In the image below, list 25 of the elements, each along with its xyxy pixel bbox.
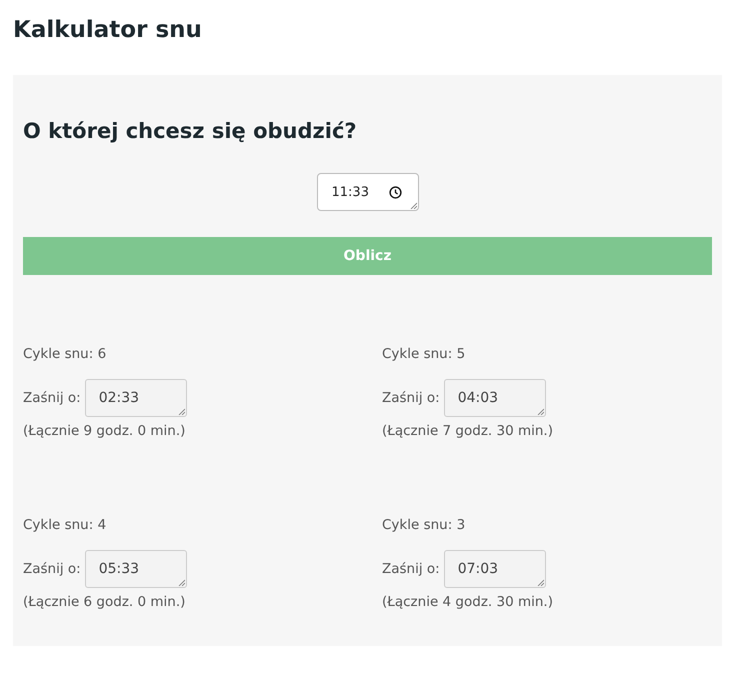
bedtime-field[interactable]: 04:03 — [444, 379, 546, 417]
total-sleep-text: (Łącznie 9 godz. 0 min.) — [23, 422, 186, 440]
sleep-cycles-label: Cykle snu: 5 — [382, 345, 466, 363]
resize-grip-icon[interactable] — [410, 202, 416, 209]
sleep-cycles-label: Cykle snu: 6 — [23, 345, 106, 363]
sleep-cycles-label: Cykle snu: 4 — [23, 516, 106, 534]
page-title: Kalkulator snu — [13, 16, 202, 44]
resize-grip-icon[interactable] — [178, 408, 185, 415]
resize-grip-icon[interactable] — [536, 579, 544, 586]
bedtime-field[interactable]: 02:33 — [84, 379, 187, 417]
clock-icon — [388, 186, 402, 198]
fall-asleep-label: Zaśnij o: — [23, 560, 81, 578]
resize-grip-icon[interactable] — [536, 408, 544, 415]
total-sleep-text: (Łącznie 4 godz. 30 min.) — [382, 593, 553, 611]
time-field[interactable]: 11:33 — [316, 173, 418, 211]
question-heading: O której chcesz się obudzić? — [23, 119, 357, 143]
fall-asleep-label: Zaśnij o: — [382, 389, 440, 407]
total-sleep-text: (Łącznie 6 godz. 0 min.) — [23, 593, 186, 611]
fall-asleep-label: Zaśnij o: — [23, 389, 81, 407]
bedtime-field[interactable]: 05:33 — [84, 550, 187, 588]
bedtime-field[interactable]: 07:03 — [444, 550, 546, 588]
total-sleep-text: (Łącznie 7 godz. 30 min.) — [382, 422, 553, 440]
sleep-cycles-label: Cykle snu: 3 — [382, 516, 466, 534]
resize-grip-icon[interactable] — [178, 579, 185, 586]
fall-asleep-label: Zaśnij o: — [382, 560, 440, 578]
